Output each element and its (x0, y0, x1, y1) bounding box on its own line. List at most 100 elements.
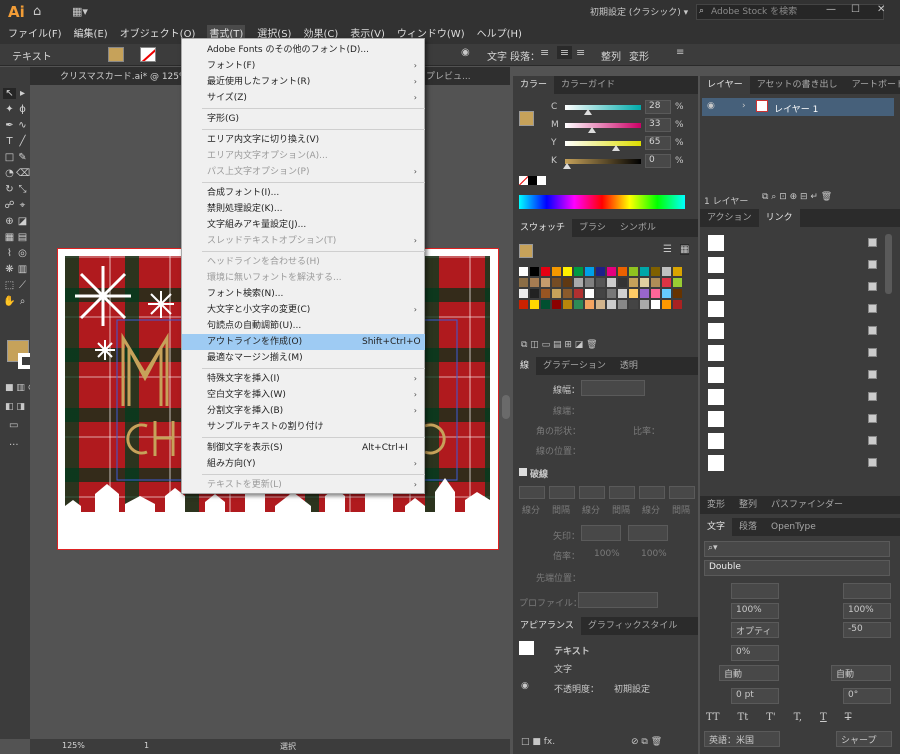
color-swatch[interactable] (629, 278, 638, 287)
rectangle-tool-icon[interactable]: □ (3, 152, 16, 163)
color-swatch[interactable] (662, 278, 671, 287)
type-menu-item[interactable]: エリア内文字に切り換え(V) (182, 132, 425, 148)
link-thumbnail[interactable] (708, 389, 724, 405)
tab-actions[interactable]: アクション (700, 209, 759, 227)
color-swatch[interactable] (651, 300, 660, 309)
align-center-icon[interactable]: ≡ (557, 46, 572, 59)
mesh-tool-icon[interactable]: ▦ (3, 232, 16, 243)
tab-align[interactable]: 整列 (732, 496, 764, 514)
thumbnail-view-icon[interactable]: ▦ (680, 244, 690, 255)
color-swatch[interactable] (585, 278, 594, 287)
link-thumbnail[interactable] (708, 301, 724, 317)
zoom-tool-icon[interactable]: ⌕ (16, 296, 29, 307)
tab-brushes[interactable]: ブラシ (572, 219, 613, 237)
slider-thumb-icon[interactable] (563, 163, 571, 169)
symbol-sprayer-tool-icon[interactable]: ❋ (3, 264, 16, 275)
tab-transparency[interactable]: 透明 (613, 357, 645, 375)
tab-stroke[interactable]: 線 (513, 357, 537, 375)
color-swatch[interactable] (563, 267, 572, 276)
visibility-eye-icon[interactable]: ◉ (521, 681, 529, 691)
artboard-number[interactable]: 1 (144, 741, 149, 750)
layer-actions-icon[interactable]: ⧉ ⌕ ⊡ ⊕ ⊟ ↵ 🗑 (762, 192, 832, 202)
color-swatch[interactable] (563, 278, 572, 287)
link-thumbnail[interactable] (708, 455, 724, 471)
transform-panel-link[interactable]: 変形 (629, 48, 649, 63)
stroke-weight-input[interactable] (581, 380, 645, 396)
tab-transform[interactable]: 変形 (700, 496, 732, 514)
type-menu-item[interactable]: 空白文字を挿入(W) › (182, 387, 425, 403)
arrow-scale-end[interactable]: 100% (641, 549, 667, 559)
maximize-icon[interactable]: ☐ (851, 4, 860, 15)
lasso-tool-icon[interactable]: ϕ (16, 104, 29, 115)
horizontal-scale-input[interactable]: 100% (843, 603, 891, 619)
close-icon[interactable]: ✕ (877, 4, 885, 15)
baseline-shift-input[interactable]: 0 pt (731, 688, 779, 704)
minimize-icon[interactable]: — (826, 4, 836, 15)
color-swatch[interactable] (618, 267, 627, 276)
align-panel-link[interactable]: 整列 (601, 48, 621, 63)
opacity-value[interactable]: 初期設定 (614, 682, 650, 695)
type-menu-item[interactable]: 合成フォント(I)... (182, 185, 425, 201)
tab-artboards[interactable]: アートボード (845, 76, 900, 94)
all-caps-button[interactable]: TT (706, 712, 720, 723)
dash-input[interactable] (609, 486, 635, 499)
aki-left-select[interactable]: 自動 (719, 665, 779, 681)
tab-links[interactable]: リンク (758, 209, 800, 227)
draw-mode-icon[interactable]: ◧ ◨ (5, 402, 25, 412)
tab-gradient[interactable]: グラデーション (536, 357, 613, 375)
color-swatch[interactable] (552, 289, 561, 298)
tab-appearance[interactable]: アピアランス (513, 617, 581, 635)
channel-slider[interactable] (565, 105, 641, 110)
type-menu-item[interactable]: 制御文字を表示(S) Alt+Ctrl+I (182, 440, 425, 456)
channel-slider[interactable] (565, 159, 641, 164)
color-swatch[interactable] (640, 267, 649, 276)
control-menu-icon[interactable]: ≡ (676, 47, 684, 58)
link-thumbnail[interactable] (708, 345, 724, 361)
type-menu-item[interactable]: 分割文字を挿入(B) › (182, 403, 425, 419)
color-swatch[interactable] (574, 278, 583, 287)
type-menu-item[interactable]: 特殊文字を挿入(I) › (182, 371, 425, 387)
opacity-label[interactable]: 不透明度： (554, 682, 599, 695)
layer-eye-icon[interactable]: ◉ (707, 101, 715, 111)
type-menu-item[interactable]: Adobe Fonts のその他のフォント(D)... (182, 42, 425, 58)
anti-alias-select[interactable]: シャープ (836, 731, 892, 747)
none-color-icon[interactable] (519, 176, 528, 185)
profile-select[interactable] (578, 592, 658, 608)
type-menu-item[interactable]: 禁則処理設定(K)... (182, 201, 425, 217)
dash-input[interactable] (549, 486, 575, 499)
curvature-tool-icon[interactable]: ∿ (16, 120, 29, 131)
tab-paragraph[interactable]: 段落 (732, 518, 764, 536)
line-tool-icon[interactable]: ╱ (16, 136, 29, 147)
color-swatch[interactable] (618, 278, 627, 287)
color-swatch[interactable] (585, 267, 594, 276)
black-color-icon[interactable] (528, 176, 537, 185)
channel-slider[interactable] (565, 123, 641, 128)
expand-layer-icon[interactable]: › (742, 101, 746, 111)
dashed-line-label[interactable]: 破線 (530, 467, 548, 480)
add-stroke-icon[interactable]: □ ■ fx. (521, 737, 555, 747)
dash-input[interactable] (579, 486, 605, 499)
slider-thumb-icon[interactable] (584, 109, 593, 115)
font-style-select[interactable]: Double (704, 560, 890, 576)
link-thumbnail[interactable] (708, 411, 724, 427)
color-swatch[interactable] (585, 289, 594, 298)
eraser-tool-icon[interactable]: ⌫ (16, 168, 30, 179)
magic-wand-tool-icon[interactable]: ✦ (3, 104, 16, 115)
slider-thumb-icon[interactable] (612, 145, 621, 151)
layer-name[interactable]: レイヤー 1 (774, 102, 818, 115)
font-size-input[interactable] (731, 583, 779, 599)
tsume-input[interactable]: 0% (731, 645, 779, 661)
menu-file[interactable]: ファイル(F) (8, 25, 62, 40)
align-right-icon[interactable]: ≡ (576, 46, 585, 59)
graph-tool-icon[interactable]: ▥ (16, 264, 29, 275)
color-swatch[interactable] (640, 300, 649, 309)
subscript-button[interactable]: T, (794, 712, 802, 723)
workspace-switcher[interactable]: 初期設定 (クラシック) ▾ (590, 5, 688, 18)
fill-swatch[interactable] (108, 47, 124, 62)
color-swatch[interactable] (607, 267, 616, 276)
superscript-button[interactable]: T' (766, 712, 775, 723)
menu-edit[interactable]: 編集(E) (74, 25, 108, 40)
color-swatch[interactable] (673, 289, 682, 298)
warp-tool-icon[interactable]: ☍ (3, 200, 16, 211)
color-swatch[interactable] (519, 300, 528, 309)
